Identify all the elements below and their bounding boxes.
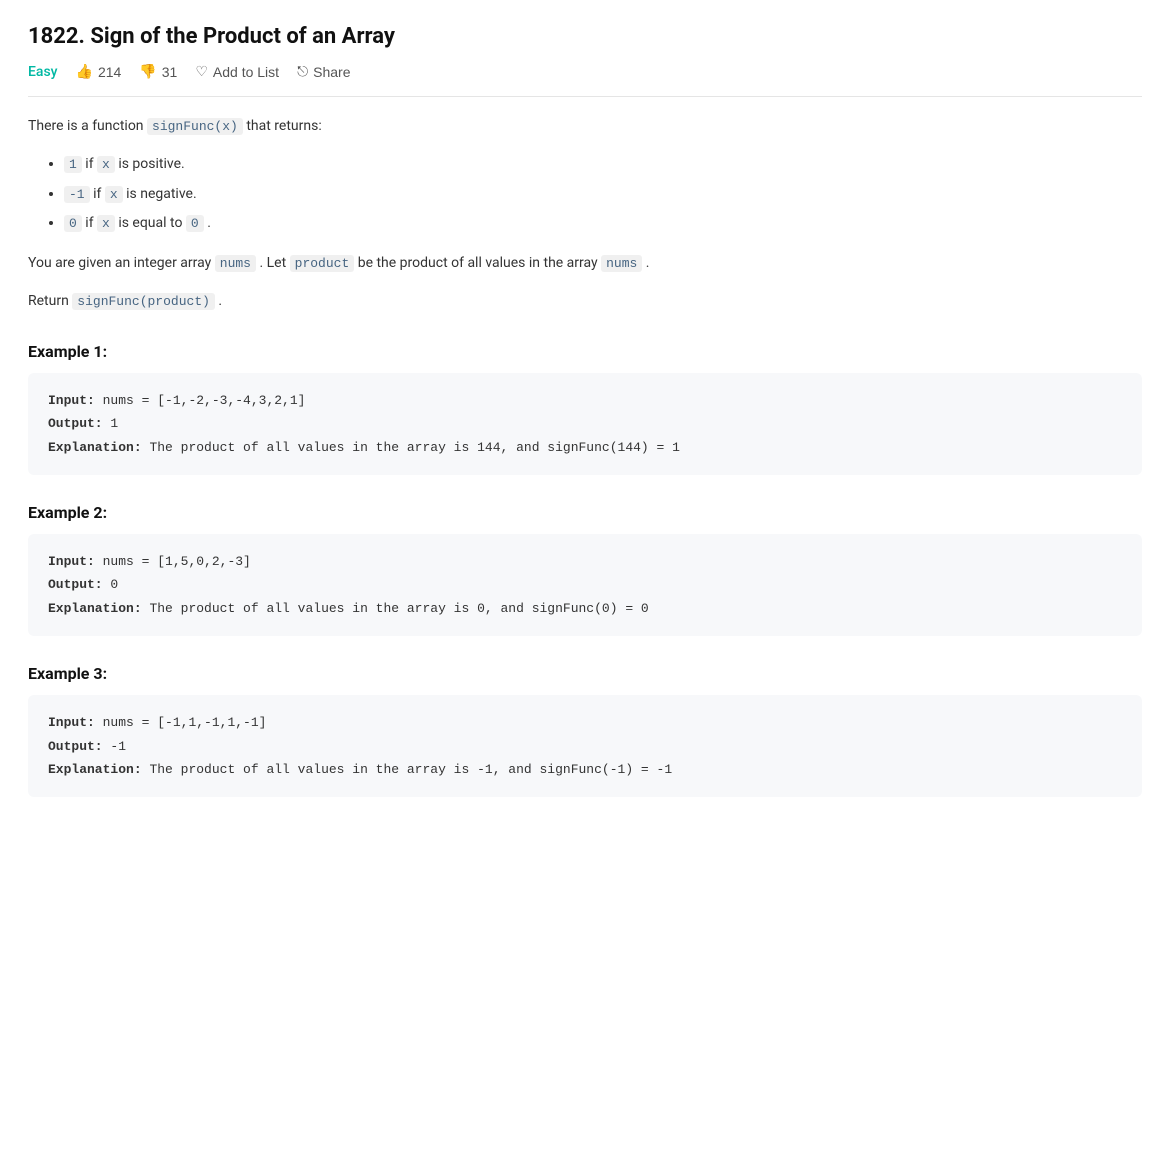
example-1-output-val: 1 [110, 416, 118, 431]
bullet-3-end-code: 0 [186, 215, 204, 232]
nums-inline-1: nums [215, 255, 256, 272]
problem-title: 1822. Sign of the Product of an Array [28, 24, 1142, 49]
problem-description: There is a function signFunc(x) that ret… [28, 115, 1142, 314]
example-2-block: Input: nums = [1,5,0,2,-3] Output: 0 Exp… [28, 534, 1142, 636]
heart-icon: ♡ [195, 63, 208, 80]
share-icon: ⎋ [297, 63, 308, 80]
example-3-output: Output: -1 [48, 735, 1122, 758]
example-2-input: Input: nums = [1,5,0,2,-3] [48, 550, 1122, 573]
example-1-heading: Example 1: [28, 342, 1142, 361]
upvote-button[interactable]: 👍 214 [76, 63, 122, 80]
description-para3: Return signFunc(product) . [28, 290, 1142, 314]
thumbdown-icon: 👎 [139, 63, 156, 80]
example-3-output-label: Output: [48, 739, 103, 754]
upvote-count: 214 [98, 64, 121, 80]
example-1-output-label: Output: [48, 416, 103, 431]
signfunc-product-inline: signFunc(product) [72, 293, 215, 310]
downvote-button[interactable]: 👎 31 [139, 63, 177, 80]
difficulty-badge: Easy [28, 64, 58, 80]
bullet-2-code: -1 [64, 186, 90, 203]
example-3-output-val: -1 [110, 739, 126, 754]
example-1-block: Input: nums = [-1,-2,-3,-4,3,2,1] Output… [28, 373, 1142, 475]
example-2-input-label: Input: [48, 554, 95, 569]
example-2-output: Output: 0 [48, 573, 1122, 596]
add-to-list-button[interactable]: ♡ Add to List [195, 63, 279, 80]
bullet-list: 1 if x is positive. -1 if x is negative.… [28, 153, 1142, 236]
example-3-heading: Example 3: [28, 664, 1142, 683]
thumbup-icon: 👍 [76, 63, 93, 80]
bullet-item-1: 1 if x is positive. [64, 153, 1142, 177]
example-2-input-val: nums = [1,5,0,2,-3] [103, 554, 251, 569]
example-1-input-label: Input: [48, 393, 95, 408]
downvote-count: 31 [162, 64, 178, 80]
share-label: Share [313, 64, 350, 80]
example-2-explanation: Explanation: The product of all values i… [48, 597, 1122, 620]
bullet-2-var: x [105, 186, 123, 203]
example-3-explanation-label: Explanation: [48, 762, 142, 777]
description-intro: There is a function signFunc(x) that ret… [28, 115, 1142, 139]
example-1-input: Input: nums = [-1,-2,-3,-4,3,2,1] [48, 389, 1122, 412]
bullet-item-3: 0 if x is equal to 0 . [64, 212, 1142, 236]
example-3-block: Input: nums = [-1,1,-1,1,-1] Output: -1 … [28, 695, 1142, 797]
bullet-1-var: x [97, 156, 115, 173]
nums-inline-2: nums [601, 255, 642, 272]
example-3-input-val: nums = [-1,1,-1,1,-1] [103, 715, 267, 730]
bullet-3-var: x [97, 215, 115, 232]
example-3-input-label: Input: [48, 715, 95, 730]
example-1-explanation-val: The product of all values in the array i… [149, 440, 680, 455]
example-2-explanation-val: The product of all values in the array i… [149, 601, 648, 616]
share-button[interactable]: ⎋ Share [297, 63, 350, 80]
bullet-item-2: -1 if x is negative. [64, 183, 1142, 207]
example-2-explanation-label: Explanation: [48, 601, 142, 616]
bullet-3-code: 0 [64, 215, 82, 232]
signfunc-inline-code: signFunc(x) [147, 118, 243, 135]
example-3-input: Input: nums = [-1,1,-1,1,-1] [48, 711, 1122, 734]
example-2-output-val: 0 [110, 577, 118, 592]
example-3-explanation: Explanation: The product of all values i… [48, 758, 1122, 781]
examples-container: Example 1: Input: nums = [-1,-2,-3,-4,3,… [28, 342, 1142, 798]
example-1-input-val: nums = [-1,-2,-3,-4,3,2,1] [103, 393, 306, 408]
example-1-explanation-label: Explanation: [48, 440, 142, 455]
product-inline: product [290, 255, 355, 272]
meta-row: Easy 👍 214 👎 31 ♡ Add to List ⎋ Share [28, 63, 1142, 97]
example-2-heading: Example 2: [28, 503, 1142, 522]
bullet-1-code: 1 [64, 156, 82, 173]
description-para2: You are given an integer array nums . Le… [28, 252, 1142, 276]
example-1-output: Output: 1 [48, 412, 1122, 435]
example-1-explanation: Explanation: The product of all values i… [48, 436, 1122, 459]
example-2-output-label: Output: [48, 577, 103, 592]
example-3-explanation-val: The product of all values in the array i… [149, 762, 672, 777]
add-to-list-label: Add to List [213, 64, 279, 80]
